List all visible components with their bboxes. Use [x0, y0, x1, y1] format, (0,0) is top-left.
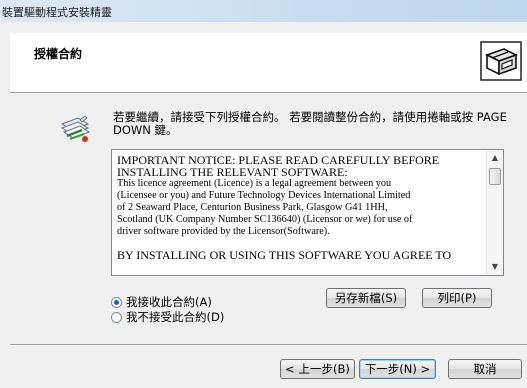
title-bar[interactable]: 裝置驅動程式安裝精靈	[0, 0, 527, 22]
license-body-line: This licence agreement (Licence) is a le…	[117, 178, 392, 189]
accept-label: 我接收此合約(A)	[126, 295, 212, 309]
installer-box-icon	[480, 41, 522, 81]
license-tail-line: BY INSTALLING OR USING THIS SOFTWARE YOU…	[117, 248, 452, 262]
license-body-line: of 2 Seaward Place, Centurion Business P…	[117, 202, 388, 213]
license-text: IMPORTANT NOTICE: PLEASE READ CAREFULLY …	[117, 154, 479, 261]
instruction-text: 若要繼續，請接受下列授權合約。 若要閱讀整份合約，請使用捲軸或按 PAGE DO…	[113, 110, 507, 137]
page-title: 授權合約	[34, 47, 83, 61]
scroll-down-arrow-icon[interactable]: ▼	[487, 259, 503, 275]
license-body-line: (Licensee or you) and Future Technology …	[117, 190, 411, 201]
accept-radio[interactable]	[111, 296, 122, 308]
save-as-button[interactable]: 另存新檔(S)	[326, 288, 406, 308]
cancel-button[interactable]: 取消	[448, 359, 522, 379]
license-scrollbar[interactable]: ▲ ▼	[486, 150, 503, 275]
scroll-thumb[interactable]	[489, 168, 501, 185]
decline-option[interactable]: 我不接受此合約(D)	[111, 309, 224, 325]
license-textbox[interactable]: IMPORTANT NOTICE: PLEASE READ CAREFULLY …	[111, 149, 504, 276]
decline-label: 我不接受此合約(D)	[126, 310, 225, 324]
license-heading-line: INSTALLING THE RELEVANT SOFTWARE:	[117, 165, 348, 179]
back-button[interactable]: < 上一步(B)	[280, 359, 355, 379]
license-body-line: driver software provided by the Licensor…	[117, 226, 330, 237]
footer-separator	[10, 344, 527, 346]
decline-radio[interactable]	[111, 311, 122, 323]
window-title: 裝置驅動程式安裝精靈	[2, 6, 112, 19]
content-area: 若要繼續，請接受下列授權合約。 若要閱讀整份合約，請使用捲軸或按 PAGE DO…	[10, 94, 527, 336]
license-body-line: Scotland (UK Company Number SC136640) (L…	[117, 214, 413, 225]
next-button[interactable]: 下一步(N) >	[359, 359, 436, 379]
print-button[interactable]: 列印(P)	[422, 288, 492, 308]
scroll-up-arrow-icon[interactable]: ▲	[487, 150, 503, 166]
installer-window: 裝置驅動程式安裝精靈 授權合約 若要繼續，請接受下列授權合約。 若要閱讀整份合約…	[0, 0, 527, 388]
accept-option[interactable]: 我接收此合約(A)	[111, 294, 212, 310]
license-agreement-icon	[60, 115, 91, 142]
header-panel: 授權合約	[10, 33, 527, 93]
